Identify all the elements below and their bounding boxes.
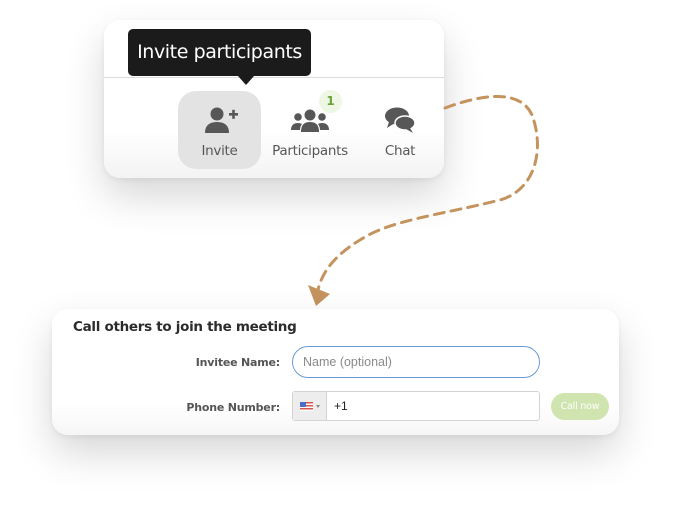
country-code-select[interactable] (293, 392, 327, 420)
phone-number-field (292, 391, 544, 421)
participants-label: Participants (272, 143, 348, 159)
chat-button[interactable]: Chat (374, 91, 426, 169)
phone-number-label: Phone Number: (186, 401, 280, 414)
arrow-head-icon (308, 285, 330, 306)
us-flag-icon (300, 402, 313, 411)
participants-count-badge: 1 (319, 90, 342, 113)
meeting-toolbar: Invite Participants 1 Chat Invite partic… (104, 20, 444, 178)
invitee-name-input[interactable] (292, 346, 540, 378)
caret-down-icon (316, 405, 320, 408)
invite-button[interactable]: Invite (178, 91, 261, 169)
tooltip-arrow (238, 76, 254, 85)
call-invite-form: Call others to join the meeting Invitee … (52, 309, 619, 435)
call-now-button[interactable]: Call now (551, 393, 609, 420)
form-title: Call others to join the meeting (73, 319, 297, 335)
invite-label: Invite (201, 143, 238, 159)
toolbar-divider (104, 77, 444, 78)
invitee-name-label: Invitee Name: (195, 356, 280, 369)
invite-tooltip: Invite participants (128, 29, 311, 85)
tooltip-text: Invite participants (137, 41, 302, 63)
users-icon (268, 105, 352, 135)
chat-bubbles-icon (374, 105, 426, 135)
phone-number-input[interactable] (327, 392, 544, 420)
user-plus-icon (178, 105, 261, 135)
chat-label: Chat (384, 143, 416, 159)
